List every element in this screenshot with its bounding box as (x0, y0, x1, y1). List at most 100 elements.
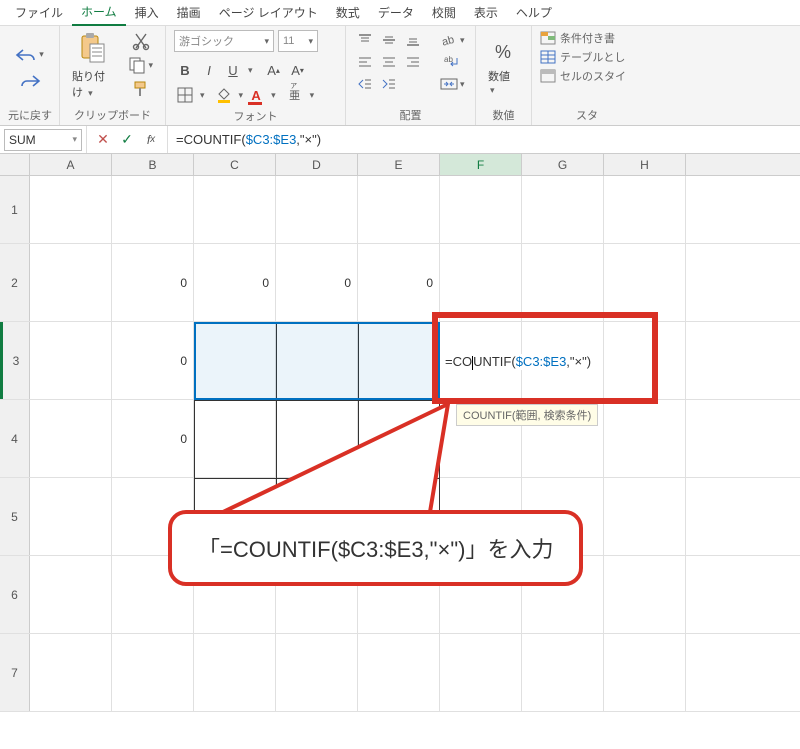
formula-input[interactable]: =COUNTIF($C3:$E3,"×") (168, 132, 800, 147)
cell-H6[interactable] (604, 556, 686, 633)
row-header-7[interactable]: 7 (0, 634, 30, 711)
cell-A4[interactable] (30, 400, 112, 477)
cell-H7[interactable] (604, 634, 686, 711)
conditional-format-button[interactable]: 条件付き書 (540, 30, 626, 46)
row-header-1[interactable]: 1 (0, 176, 30, 243)
cell-D7[interactable] (276, 634, 358, 711)
cell-A5[interactable] (30, 478, 112, 555)
row-header-4[interactable]: 4 (0, 400, 30, 477)
align-left-button[interactable] (354, 52, 376, 72)
cell-C1[interactable] (194, 176, 276, 243)
cancel-button[interactable]: ✕ (91, 129, 115, 151)
font-size-select[interactable]: 11▾ (278, 30, 318, 52)
align-middle-button[interactable] (378, 30, 400, 50)
row-header-5[interactable]: 5 (0, 478, 30, 555)
menu-page-layout[interactable]: ページ レイアウト (210, 0, 327, 25)
increase-indent-button[interactable] (378, 74, 400, 94)
cell-B2[interactable]: 0 (112, 244, 194, 321)
align-right-button[interactable] (402, 52, 424, 72)
cell-E4[interactable] (358, 400, 440, 477)
cell-G2[interactable] (522, 244, 604, 321)
cell-E3[interactable] (358, 322, 440, 399)
align-bottom-button[interactable] (402, 30, 424, 50)
cell-D2[interactable]: 0 (276, 244, 358, 321)
cell-A6[interactable] (30, 556, 112, 633)
align-top-button[interactable] (354, 30, 376, 50)
menu-formulas[interactable]: 数式 (327, 0, 369, 25)
cell-E2[interactable]: 0 (358, 244, 440, 321)
cell-D1[interactable] (276, 176, 358, 243)
cell-C3[interactable] (194, 322, 276, 399)
select-all-corner[interactable] (0, 154, 30, 175)
col-header-D[interactable]: D (276, 154, 358, 175)
cell-A2[interactable] (30, 244, 112, 321)
menu-data[interactable]: データ (369, 0, 423, 25)
cell-E7[interactable] (358, 634, 440, 711)
redo-button[interactable] (15, 71, 45, 91)
cell-H4[interactable] (604, 400, 686, 477)
italic-button[interactable]: I (198, 59, 220, 81)
border-button[interactable] (174, 84, 196, 106)
menu-help[interactable]: ヘルプ (507, 0, 561, 25)
cell-F2[interactable] (440, 244, 522, 321)
menu-review[interactable]: 校閲 (423, 0, 465, 25)
underline-button[interactable]: U (222, 59, 244, 81)
cell-A3[interactable] (30, 322, 112, 399)
cell-G7[interactable] (522, 634, 604, 711)
cell-styles-button[interactable]: セルのスタイ (540, 68, 626, 84)
orientation-button[interactable]: ab▾ (436, 30, 469, 50)
col-header-G[interactable]: G (522, 154, 604, 175)
cell-C4[interactable] (194, 400, 276, 477)
align-center-button[interactable] (378, 52, 400, 72)
cut-button[interactable] (124, 30, 157, 52)
col-header-E[interactable]: E (358, 154, 440, 175)
cell-B7[interactable] (112, 634, 194, 711)
cell-A7[interactable] (30, 634, 112, 711)
row-header-2[interactable]: 2 (0, 244, 30, 321)
font-name-select[interactable]: 游ゴシック▾ (174, 30, 274, 52)
cell-A1[interactable] (30, 176, 112, 243)
number-format-button[interactable]: % 数値 ▾ (484, 38, 523, 98)
cell-E1[interactable] (358, 176, 440, 243)
col-header-F[interactable]: F (440, 154, 522, 175)
cell-D4[interactable] (276, 400, 358, 477)
cell-B3[interactable]: 0 (112, 322, 194, 399)
paste-button[interactable]: 貼り付け ▾ (68, 30, 118, 102)
wrap-text-button[interactable]: ab (436, 52, 469, 72)
cell-C2[interactable]: 0 (194, 244, 276, 321)
enter-button[interactable]: ✓ (115, 129, 139, 151)
fill-color-button[interactable] (213, 84, 235, 106)
menu-insert[interactable]: 挿入 (126, 0, 168, 25)
col-header-A[interactable]: A (30, 154, 112, 175)
copy-button[interactable]: ▾ (124, 54, 157, 76)
format-as-table-button[interactable]: テーブルとし (540, 49, 626, 65)
cell-B4[interactable]: 0 (112, 400, 194, 477)
col-header-C[interactable]: C (194, 154, 276, 175)
row-header-3[interactable]: 3 (0, 322, 30, 399)
cell-H1[interactable] (604, 176, 686, 243)
name-box[interactable]: SUM▾ (4, 129, 82, 151)
cell-F1[interactable] (440, 176, 522, 243)
phonetic-button[interactable]: ア亜 (284, 84, 306, 106)
decrease-font-button[interactable]: A▾ (287, 59, 309, 81)
merge-button[interactable]: ▾ (436, 74, 469, 94)
cell-B1[interactable] (112, 176, 194, 243)
cell-H2[interactable] (604, 244, 686, 321)
bold-button[interactable]: B (174, 59, 196, 81)
cell-G1[interactable] (522, 176, 604, 243)
cell-C7[interactable] (194, 634, 276, 711)
menu-file[interactable]: ファイル (6, 0, 72, 25)
cell-formula-editing[interactable]: =COUNTIF($C3:$E3,"×") (443, 354, 593, 370)
col-header-B[interactable]: B (112, 154, 194, 175)
row-header-6[interactable]: 6 (0, 556, 30, 633)
col-header-H[interactable]: H (604, 154, 686, 175)
insert-function-button[interactable]: fx (139, 129, 163, 151)
cell-H3[interactable] (604, 322, 686, 399)
undo-button[interactable]: ▾ (11, 45, 48, 65)
cell-H5[interactable] (604, 478, 686, 555)
cell-D3[interactable] (276, 322, 358, 399)
menu-home[interactable]: ホーム (72, 0, 126, 26)
increase-font-button[interactable]: A▴ (263, 59, 285, 81)
menu-draw[interactable]: 描画 (168, 0, 210, 25)
format-painter-button[interactable] (124, 78, 157, 100)
